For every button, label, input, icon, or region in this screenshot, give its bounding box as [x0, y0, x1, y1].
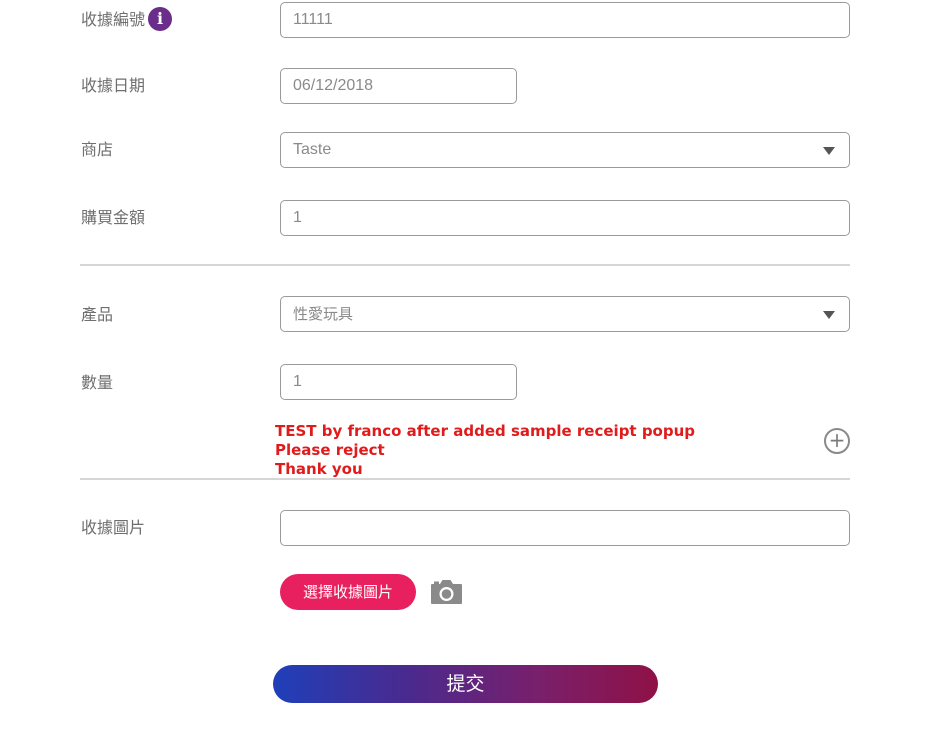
store-label: 商店 [81, 140, 114, 159]
store-value: Taste [293, 141, 332, 158]
amount-value: 1 [293, 209, 302, 226]
receipt-no-label: 收據編號 i [81, 7, 173, 31]
choose-receipt-image-button[interactable]: 選擇收據圖片 [280, 574, 416, 610]
amount-input[interactable]: 1 [280, 200, 850, 236]
receipt-image-input[interactable] [280, 510, 850, 546]
remark-line: Please reject [275, 441, 385, 459]
quantity-value: 1 [293, 373, 302, 390]
receipt-date-value: 06/12/2018 [293, 77, 374, 94]
receipt-date-label: 收據日期 [81, 76, 146, 95]
remark-text: TEST by franco after added sample receip… [275, 422, 695, 479]
receipt-form: 收據編號 i 11111 收據日期 06/12/2018 商店 Taste 購買金… [0, 0, 949, 737]
product-select[interactable]: 性愛玩具 [280, 296, 850, 332]
store-select[interactable]: Taste [280, 132, 850, 168]
info-icon[interactable]: i [148, 7, 173, 31]
receipt-no-label-text: 收據編號 [81, 10, 146, 29]
receipt-no-input[interactable]: 11111 [280, 2, 850, 38]
camera-icon[interactable] [430, 578, 463, 605]
receipt-image-label: 收據圖片 [81, 518, 146, 537]
product-label: 產品 [81, 305, 114, 324]
quantity-label: 數量 [81, 373, 114, 392]
section-divider [80, 478, 850, 480]
chevron-down-icon [823, 311, 835, 319]
section-divider [80, 264, 850, 266]
receipt-no-value: 11111 [293, 11, 333, 28]
plus-circle-icon[interactable]: + [824, 428, 850, 454]
remark-line: Thank you [275, 460, 363, 478]
quantity-input[interactable]: 1 [280, 364, 517, 400]
amount-label: 購買金額 [81, 208, 146, 227]
remark-line: TEST by franco after added sample receip… [275, 422, 696, 440]
submit-button[interactable]: 提交 [273, 665, 658, 703]
chevron-down-icon [823, 147, 835, 155]
receipt-date-input[interactable]: 06/12/2018 [280, 68, 517, 104]
product-value: 性愛玩具 [293, 305, 354, 323]
